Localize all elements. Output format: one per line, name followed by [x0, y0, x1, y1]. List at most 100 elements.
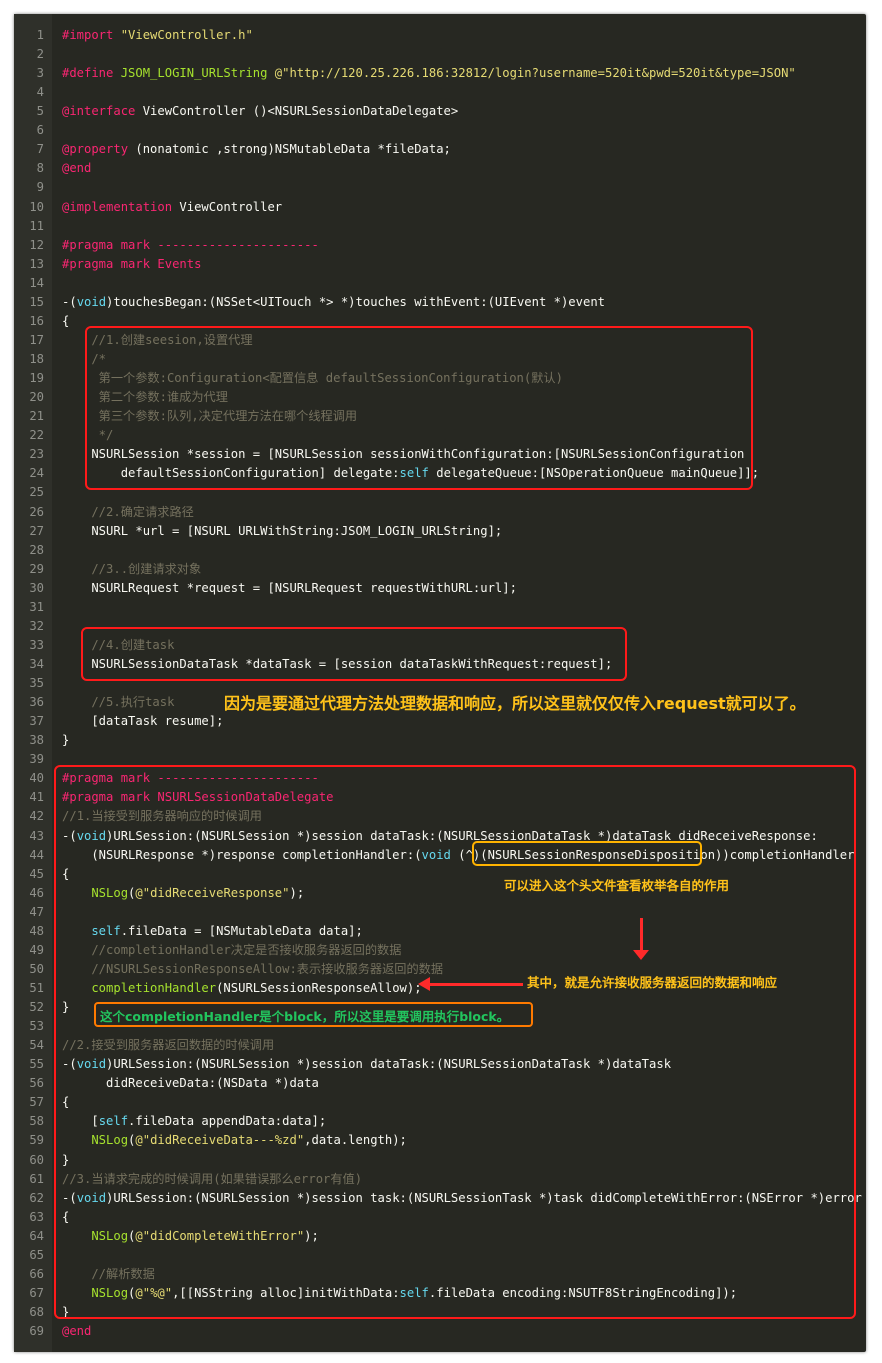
code-token: mark Events [120, 256, 202, 271]
line-number: 44 [29, 847, 44, 862]
code-line: 27 NSURL *url = [NSURL URLWithString:JSO… [14, 522, 866, 541]
code-token: @"http://120.25.226.186:32812/login?user… [274, 66, 796, 81]
code-text: [dataTask resume]; [62, 712, 223, 731]
line-number: 28 [29, 542, 44, 557]
code-line: 37 [dataTask resume]; [14, 712, 866, 731]
line-number: 68 [29, 1305, 44, 1320]
line-number: 2 [36, 47, 44, 62]
line-number: 36 [29, 695, 44, 710]
line-number: 20 [29, 390, 44, 405]
line-number: 33 [29, 637, 44, 652]
line-number: 32 [29, 618, 44, 633]
code-text: -(void)touchesBegan:(NSSet<UITouch *> *)… [62, 293, 605, 312]
line-number: 49 [29, 942, 44, 957]
line-number: 11 [29, 218, 44, 233]
code-token: //5.执行task [62, 695, 175, 710]
code-line: 69 @end [14, 1322, 866, 1341]
code-text: } [62, 731, 69, 750]
code-line: 28 [14, 541, 866, 560]
line-number: 26 [29, 504, 44, 519]
line-number: 1 [36, 28, 44, 42]
code-line: 4 [14, 83, 866, 102]
code-token: (nonatomic ,strong)NSMutableData *fileDa… [128, 142, 451, 157]
code-token: -( [62, 294, 77, 309]
code-line: 13 #pragma mark Events [14, 255, 866, 274]
delegate-methods-highlight [54, 765, 856, 1319]
code-token: mark ---------------------- [120, 237, 319, 252]
line-number: 16 [29, 313, 44, 328]
line-number: 8 [36, 161, 44, 176]
code-token: NSURLRequest *request = [NSURLRequest re… [62, 580, 517, 595]
code-line: 38} [14, 731, 866, 750]
line-number: 7 [36, 142, 44, 157]
line-number: 63 [29, 1209, 44, 1224]
note-header-file: 可以进入这个头文件查看枚举各自的作用 [504, 878, 730, 893]
line-number: 47 [29, 904, 44, 919]
line-number: 41 [29, 790, 44, 805]
line-number: 27 [29, 523, 44, 538]
create-task-highlight [81, 627, 627, 681]
code-token: #pragma [62, 237, 121, 252]
code-line: 26 //2.确定请求路径 [14, 503, 866, 522]
code-line: 6 [14, 121, 866, 140]
code-token: //3..创建请求对象 [62, 561, 202, 576]
line-number: 5 [36, 104, 44, 119]
code-token: )touchesBegan:(NSSet<UITouch *> *)touche… [106, 294, 605, 309]
line-number: 39 [29, 752, 44, 767]
line-number: 66 [29, 1266, 44, 1281]
line-number: 42 [29, 809, 44, 824]
line-number: 14 [29, 275, 44, 290]
code-token: @interface [62, 104, 136, 119]
line-number: 54 [29, 1038, 44, 1053]
line-number: 22 [29, 428, 44, 443]
line-number: 64 [29, 1228, 44, 1243]
line-number: 65 [29, 1247, 44, 1262]
line-number: 24 [29, 466, 44, 481]
line-number: 23 [29, 447, 44, 462]
line-number: 59 [29, 1133, 44, 1148]
code-line: 1 #import "ViewController.h" [14, 26, 866, 45]
line-number: 13 [29, 256, 44, 271]
line-number: 56 [29, 1076, 44, 1091]
code-text: #import "ViewController.h" [62, 26, 253, 45]
code-text: #define JSOM_LOGIN_URLString @"http://12… [62, 64, 796, 83]
code-text: #pragma mark ---------------------- [62, 236, 319, 255]
line-number: 34 [29, 656, 44, 671]
line-number: 17 [29, 332, 44, 347]
code-line: 3 #define JSOM_LOGIN_URLString @"http://1… [14, 64, 866, 83]
code-line: 14 [14, 274, 866, 293]
code-token: #define [62, 66, 121, 81]
code-token: } [62, 733, 70, 748]
code-text: NSURLRequest *request = [NSURLRequest re… [62, 579, 517, 598]
code-token: ViewController ()<NSURLSessionDataDelega… [135, 104, 459, 119]
line-number: 51 [29, 981, 44, 995]
code-token: JSOM_LOGIN_URLString [120, 66, 275, 81]
line-number: 6 [36, 123, 44, 138]
line-number: 12 [29, 237, 44, 252]
code-text: { [62, 312, 69, 331]
arrow-down-head-icon [633, 950, 649, 960]
code-text: @implementation ViewController [62, 198, 282, 217]
line-number: 55 [29, 1057, 44, 1072]
code-line: 31 [14, 598, 866, 617]
code-line: 29 //3..创建请求对象 [14, 560, 866, 579]
line-number: 57 [29, 1095, 44, 1110]
code-text: //3..创建请求对象 [62, 560, 201, 579]
line-number: 21 [29, 409, 44, 424]
line-number: 29 [29, 561, 44, 576]
line-number: 31 [29, 599, 44, 614]
code-text: @end [62, 1322, 91, 1341]
arrow-left-icon [428, 983, 523, 986]
line-number: 19 [29, 371, 44, 386]
code-line: 15 -(void)touchesBegan:(NSSet<UITouch *> … [14, 293, 866, 312]
line-number: 67 [29, 1285, 44, 1300]
code-line: 8 @end [14, 159, 866, 178]
disposition-type-highlight [472, 841, 702, 866]
arrow-left-head-icon [418, 977, 430, 991]
line-number: 15 [29, 294, 44, 309]
code-token: "ViewController.h" [120, 28, 253, 42]
line-number: 50 [29, 961, 44, 976]
code-token: @end [62, 161, 92, 176]
line-number: 58 [29, 1114, 44, 1129]
code-token: void [76, 294, 107, 309]
